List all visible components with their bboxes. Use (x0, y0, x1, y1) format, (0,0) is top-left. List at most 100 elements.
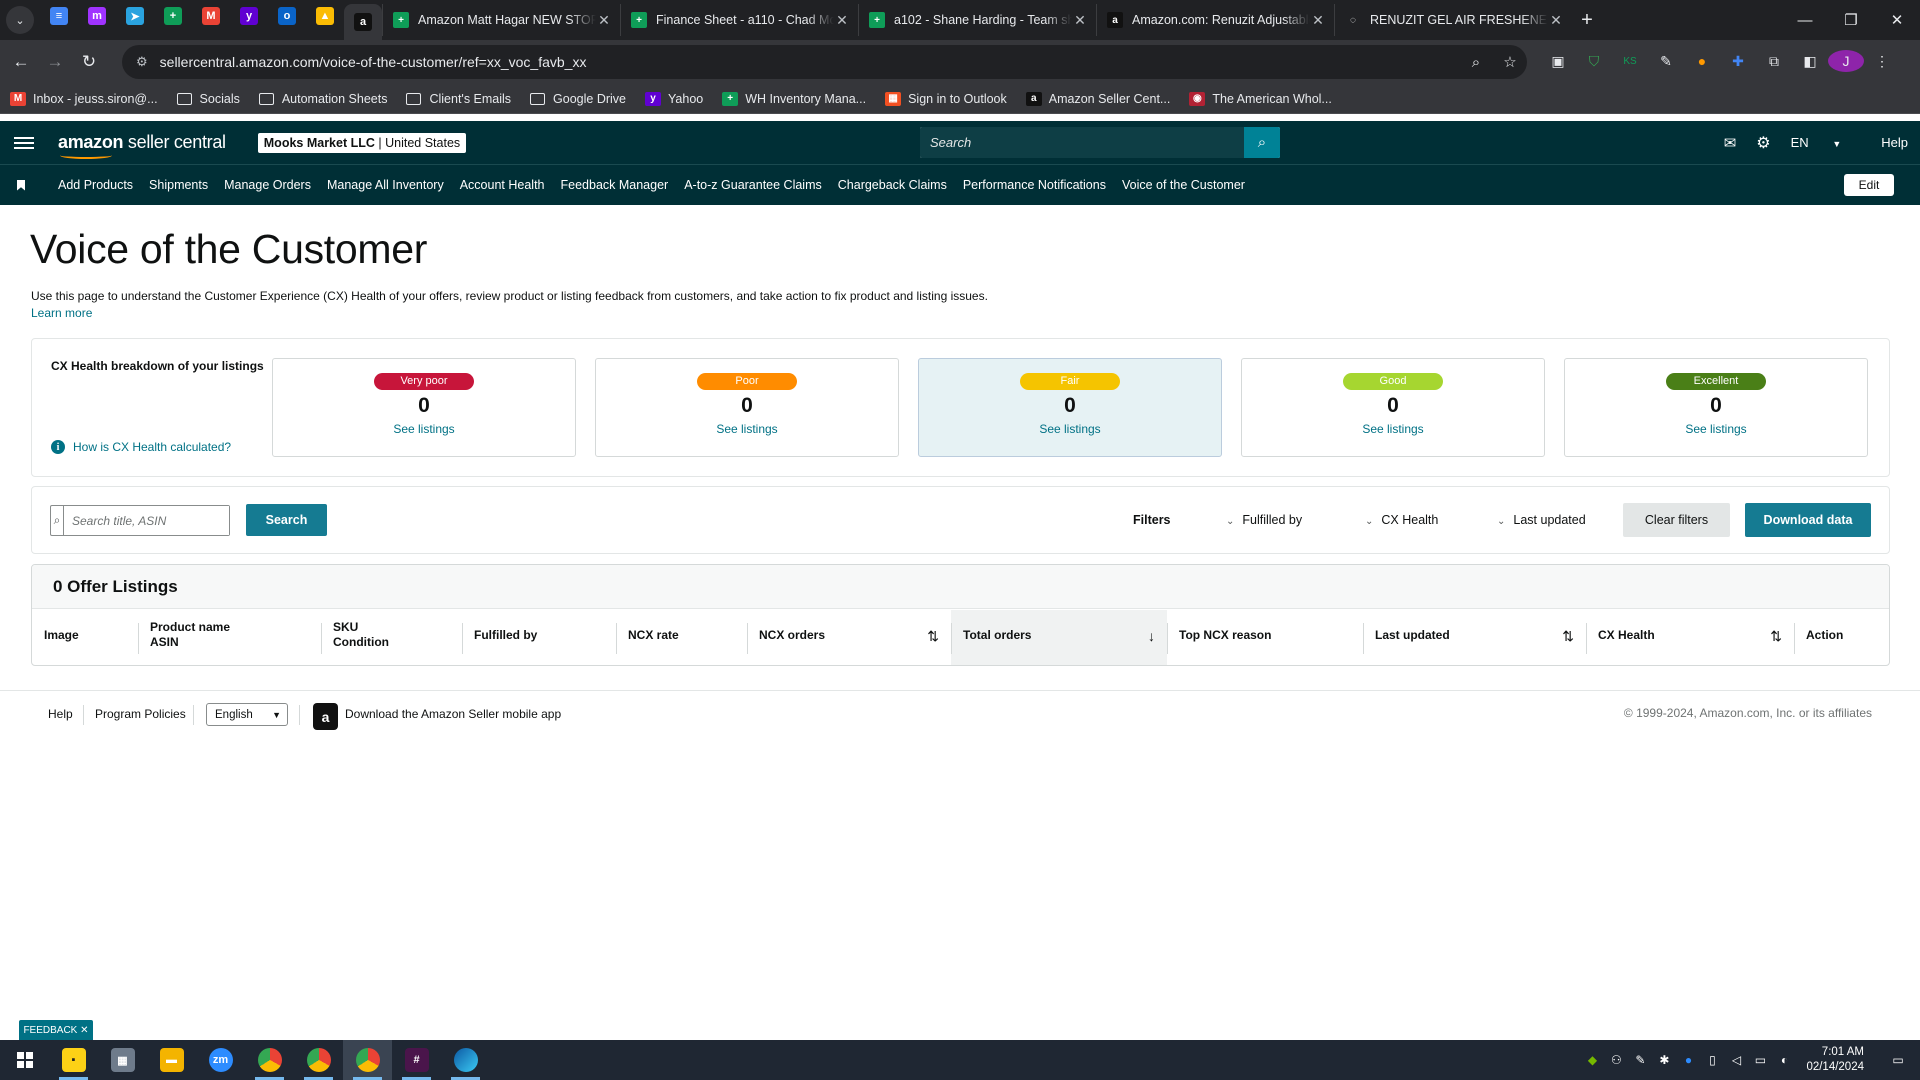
nav-link[interactable]: Manage All Inventory (327, 178, 444, 192)
chrome-profile-2-icon[interactable] (294, 1040, 343, 1080)
tab-search-button[interactable]: ⌄ (6, 6, 34, 34)
fulfilled-by-filter[interactable]: ⌄ Fulfilled by (1226, 513, 1302, 527)
close-tab-icon[interactable]: ✕ (834, 12, 850, 29)
see-listings-link[interactable]: See listings (596, 422, 898, 436)
pinned-tab[interactable]: ≡ (40, 0, 78, 32)
column-header[interactable]: Last updated ⇅ (1363, 610, 1586, 665)
amazon-app-icon[interactable]: a (313, 703, 338, 730)
last-updated-filter[interactable]: ⌄ Last updated (1497, 513, 1586, 527)
zoom-app-icon[interactable]: zm (196, 1040, 245, 1080)
cx-card-poor[interactable]: Poor 0 See listings (595, 358, 899, 457)
pen-extension-icon[interactable]: ✎ (1648, 53, 1684, 70)
circle-extension-icon[interactable]: ● (1684, 53, 1720, 69)
bookmark-item[interactable]: + WH Inventory Mana... (722, 91, 866, 106)
file-explorer-icon[interactable]: ▬ (147, 1040, 196, 1080)
see-listings-link[interactable]: See listings (919, 422, 1221, 436)
edge-icon[interactable] (441, 1040, 490, 1080)
mail-icon[interactable]: ✉ (1724, 134, 1737, 152)
chrome-profile-1-icon[interactable] (245, 1040, 294, 1080)
zoom-icon[interactable]: ⌕ (1459, 54, 1493, 71)
browser-tab[interactable]: ◌ RENUZIT GEL AIR FRESHENER-T✕ (1334, 4, 1572, 36)
footer-language-select[interactable]: English ▼ (206, 703, 288, 726)
sticky-notes-icon[interactable]: ▪ (49, 1040, 98, 1080)
nav-link[interactable]: Account Health (460, 178, 545, 192)
sort-icon[interactable]: ⇅ (1770, 628, 1782, 645)
ks-extension-icon[interactable]: KS (1612, 56, 1648, 67)
bookmark-item[interactable]: a Amazon Seller Cent... (1025, 91, 1170, 106)
sort-icon[interactable]: ⇅ (1562, 628, 1574, 645)
pinned-tab[interactable]: m (78, 0, 116, 32)
column-header[interactable]: Total orders ↓ (951, 610, 1167, 665)
see-listings-link[interactable]: See listings (1242, 422, 1544, 436)
back-icon[interactable]: ← (4, 52, 38, 72)
bookmark-item[interactable]: M Inbox - jeuss.siron@... (10, 91, 158, 106)
microphone-icon[interactable]: ◐ (1772, 1053, 1796, 1067)
browser-tab[interactable]: + a102 - Shane Harding - Team sheet✕ (858, 4, 1096, 36)
seller-central-logo[interactable]: amazon seller central (58, 132, 226, 159)
bookmark-ribbon-icon[interactable] (17, 179, 25, 191)
pinned-tab[interactable]: a (344, 4, 382, 40)
close-tab-icon[interactable]: ✕ (1072, 12, 1088, 29)
side-panel-icon[interactable]: ◧ (1792, 53, 1828, 70)
browser-tab[interactable]: + Finance Sheet - a110 - Chad Mooks✕ (620, 4, 858, 36)
pinned-tab[interactable]: ➤ (116, 0, 154, 32)
column-header[interactable]: NCX orders ⇅ (747, 610, 951, 665)
sort-desc-icon[interactable]: ↓ (1148, 628, 1155, 644)
nav-link[interactable]: Add Products (58, 178, 133, 192)
puzzle-blue-extension-icon[interactable]: ✚ (1720, 53, 1756, 70)
profile-avatar[interactable]: J (1828, 50, 1864, 72)
bookmark-item[interactable]: ◉ The American Whol... (1189, 91, 1332, 106)
bookmark-item[interactable]: Client's Emails (406, 92, 511, 106)
footer-help-link[interactable]: Help (48, 707, 73, 721)
search-icon[interactable]: ⌕ (1244, 127, 1280, 158)
battery-icon[interactable]: ▯ (1700, 1053, 1724, 1067)
nav-link[interactable]: Feedback Manager (561, 178, 669, 192)
nav-link[interactable]: Performance Notifications (963, 178, 1106, 192)
sort-icon[interactable]: ⇅ (927, 628, 939, 645)
close-window-icon[interactable]: ✕ (1874, 0, 1920, 40)
new-tab-button[interactable]: + (1572, 9, 1602, 32)
bookmark-item[interactable]: y Yahoo (645, 91, 703, 106)
people-icon[interactable]: ⚇ (1604, 1053, 1628, 1067)
seller-search-input[interactable] (920, 127, 1244, 158)
calculator-icon[interactable]: ▦ (98, 1040, 147, 1080)
cx-card-good[interactable]: Good 0 See listings (1241, 358, 1545, 457)
nav-link[interactable]: A-to-z Guarantee Claims (684, 178, 822, 192)
reload-icon[interactable]: ↻ (72, 52, 106, 72)
site-info-icon[interactable]: ⚙ (136, 54, 148, 70)
zoom-tray-icon[interactable]: ● (1676, 1053, 1700, 1067)
nav-link[interactable]: Shipments (149, 178, 208, 192)
notifications-icon[interactable]: ▭ (1886, 1053, 1910, 1067)
program-policies-link[interactable]: Program Policies (95, 707, 186, 721)
forward-icon[interactable]: → (38, 52, 72, 72)
pinned-tab[interactable]: o (268, 0, 306, 32)
cx-health-filter[interactable]: ⌄ CX Health (1365, 513, 1438, 527)
browser-tab[interactable]: a Amazon.com: Renuzit Adjustable ✕ (1096, 4, 1334, 36)
column-header[interactable]: CX Health ⇅ (1586, 610, 1794, 665)
nav-link[interactable]: Chargeback Claims (838, 178, 947, 192)
search-button[interactable]: Search (246, 504, 327, 536)
help-link[interactable]: Help (1881, 135, 1908, 150)
windows-start-icon[interactable] (0, 1040, 49, 1080)
pinned-tab[interactable]: y (230, 0, 268, 32)
extensions-icon[interactable]: ⧉ (1756, 53, 1792, 70)
bookmark-item[interactable]: Google Drive (530, 92, 626, 106)
address-bar[interactable]: ⚙ sellercentral.amazon.com/voice-of-the-… (122, 45, 1527, 79)
bluetooth-icon[interactable]: ✱ (1652, 1053, 1676, 1067)
feedback-tab[interactable]: FEEDBACK ✕ (19, 1020, 93, 1040)
clock[interactable]: 7:01 AM 02/14/2024 (1806, 1045, 1864, 1075)
pinned-tab[interactable]: M (192, 0, 230, 32)
settings-gear-icon[interactable]: ⚙ (1756, 133, 1770, 153)
slack-icon[interactable]: # (392, 1040, 441, 1080)
cx-card-fair[interactable]: Fair 0 See listings (918, 358, 1222, 457)
language-selector[interactable]: EN ▼ (1791, 135, 1862, 150)
chrome-profile-3-icon[interactable] (343, 1040, 392, 1080)
nav-link[interactable]: Manage Orders (224, 178, 311, 192)
store-switcher[interactable]: Mooks Market LLC | United States (257, 132, 467, 153)
bookmark-item[interactable]: ▦ Sign in to Outlook (885, 91, 1007, 106)
close-icon[interactable]: ✕ (80, 1025, 88, 1036)
bookmark-item[interactable]: Socials (176, 92, 240, 106)
restore-icon[interactable]: ❐ (1828, 0, 1874, 40)
nav-link[interactable]: Voice of the Customer (1122, 178, 1245, 192)
browser-tab[interactable]: + Amazon Matt Hagar NEW STORE ✕ (382, 4, 620, 36)
